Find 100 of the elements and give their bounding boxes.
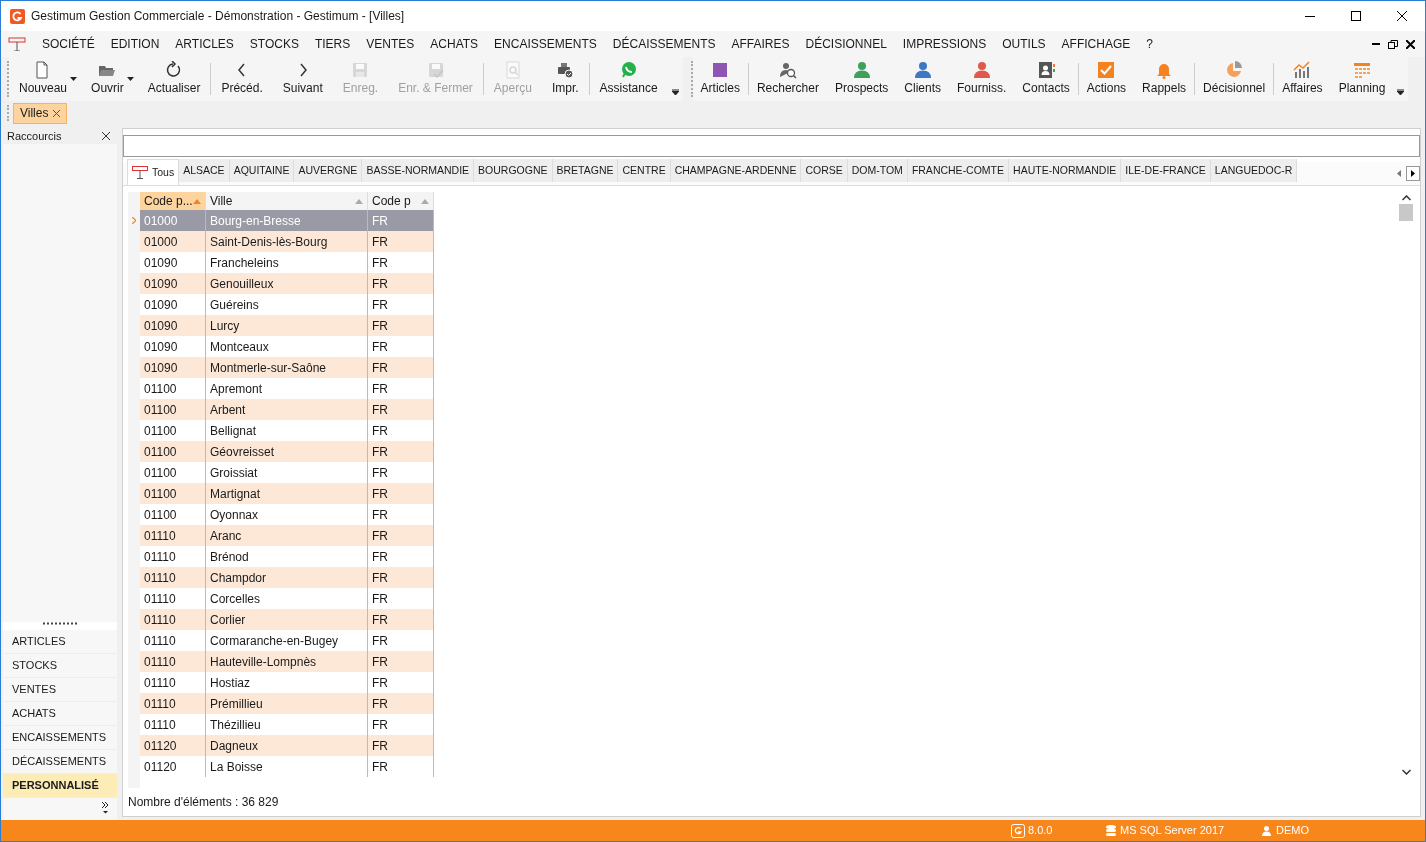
menu-item[interactable]: IMPRESSIONS <box>894 34 995 54</box>
bar-chart-icon <box>1293 61 1312 79</box>
caret-down-icon <box>1397 89 1405 95</box>
grip-icon[interactable] <box>43 622 77 625</box>
database-text: MS SQL Server 2017 <box>1120 823 1225 839</box>
new-button[interactable]: Nouveau <box>9 57 71 101</box>
sidebar-item[interactable]: PERSONNALISÉ <box>3 774 117 798</box>
actions-button[interactable]: Actions <box>1078 57 1135 101</box>
magnifier-page-icon <box>503 61 522 79</box>
table-row[interactable]: 01100 Arbent FR <box>140 399 434 420</box>
region-tab[interactable]: BOURGOGNE <box>474 159 553 182</box>
planning-button[interactable]: Planning <box>1330 57 1394 101</box>
signpost-icon <box>132 166 148 179</box>
prospects-button[interactable]: Prospects <box>826 57 897 101</box>
previous-button[interactable]: Précéd. <box>211 57 273 101</box>
table-row[interactable]: 01100 Géovreisset FR <box>140 441 434 462</box>
search-field[interactable] <box>123 135 1420 157</box>
menu-item[interactable]: ARTICLES <box>167 34 242 54</box>
table-row[interactable]: 01110 Hauteville-Lompnès FR <box>140 651 434 672</box>
region-tab[interactable]: AQUITAINE <box>229 159 295 182</box>
region-tab[interactable]: AUVERGNE <box>294 159 363 182</box>
projects-button[interactable]: Affaires <box>1274 57 1331 101</box>
table-row[interactable]: 01120 Dagneux FR <box>140 735 434 756</box>
region-tab[interactable]: BRETAGNE <box>552 159 619 182</box>
caret-down-icon <box>70 77 78 81</box>
articles-button[interactable]: Articles <box>692 57 748 101</box>
menu-item[interactable]: OUTILS <box>994 34 1054 54</box>
reminders-button[interactable]: Rappels <box>1134 57 1195 101</box>
table-row[interactable]: 01110 Champdor FR <box>140 567 434 588</box>
table-row[interactable]: 01110 Corlier FR <box>140 609 434 630</box>
next-button[interactable]: Suivant <box>272 57 333 101</box>
table-row[interactable]: 01000 Saint-Denis-lès-Bourg FR <box>140 231 434 252</box>
square-icon <box>711 61 730 79</box>
chevron-double-right-icon[interactable] <box>102 800 109 814</box>
region-tab[interactable]: CENTRE <box>618 159 671 182</box>
print-button[interactable]: Impr. <box>541 57 589 101</box>
search-button[interactable]: Rechercher <box>748 57 827 101</box>
column-header[interactable]: Code p... <box>140 192 206 210</box>
region-tab[interactable]: HAUTE-NORMANDIE <box>1009 159 1122 182</box>
region-tab[interactable]: FRANCHE-COMTE <box>907 159 1010 182</box>
panel-title: Raccourcis <box>7 128 62 144</box>
chevron-right-icon <box>298 63 307 77</box>
scroll-right-button[interactable] <box>1406 166 1420 181</box>
menu-item[interactable]: DÉCISIONNEL <box>797 34 895 54</box>
table-row[interactable]: 01090 Montmerle-sur-Saône FR <box>140 357 434 378</box>
app-logo-icon <box>1011 823 1025 838</box>
region-tab[interactable]: BASSE-NORMANDIE <box>362 159 475 182</box>
maximize-icon <box>1351 11 1361 21</box>
database-icon <box>1106 825 1116 836</box>
contact-card-icon <box>1037 61 1056 79</box>
region-tab[interactable]: LANGUEDOC-R <box>1210 159 1298 182</box>
caret-right-icon <box>1411 170 1415 177</box>
region-tab[interactable]: CHAMPAGNE-ARDENNE <box>670 159 802 182</box>
refresh-button[interactable]: Actualiser <box>137 57 211 101</box>
table-cell: La Boisse <box>206 756 368 777</box>
close-icon[interactable] <box>102 132 110 140</box>
person-icon <box>852 61 871 79</box>
table-row[interactable]: 01090 Lurcy FR <box>140 315 434 336</box>
table-row[interactable]: 01110 Prémillieu FR <box>140 693 434 714</box>
document-tab[interactable]: Villes <box>13 102 68 124</box>
menu-item[interactable]: DÉCAISSEMENTS <box>604 34 724 54</box>
chevron-down-icon[interactable] <box>1401 769 1411 775</box>
table-row[interactable]: 01090 Genouilleux FR <box>140 273 434 294</box>
menu-item[interactable]: ? <box>1138 34 1161 54</box>
open-button[interactable]: Ouvrir <box>81 57 127 101</box>
clients-button[interactable]: Clients <box>896 57 949 101</box>
region-tab[interactable]: ALSACE <box>179 159 230 182</box>
menu-item[interactable]: AFFAIRES <box>723 34 798 54</box>
contacts-button[interactable]: Contacts <box>1014 57 1078 101</box>
region-tab[interactable]: Tous <box>127 159 180 185</box>
app-logo-icon <box>10 8 25 24</box>
menu-item[interactable]: EDITION <box>102 34 168 54</box>
table-row[interactable]: 01110 Aranc FR <box>140 525 434 546</box>
chevron-left-icon <box>238 63 247 77</box>
scrollbar-thumb[interactable] <box>1399 204 1413 221</box>
sort-ascending-icon <box>193 198 201 204</box>
region-tab[interactable]: DOM-TOM <box>847 159 908 182</box>
analytics-button[interactable]: Décisionnel <box>1195 57 1274 101</box>
user-icon <box>1262 825 1271 836</box>
menu-item[interactable]: AFFICHAGE <box>1053 34 1139 54</box>
assistance-button[interactable]: Assistance <box>589 57 668 101</box>
table-cell: 01120 <box>140 756 206 777</box>
row-pointer-icon <box>132 217 136 224</box>
menu-item[interactable]: SOCIÉTÉ <box>34 34 103 54</box>
menu-item[interactable]: TIERS <box>306 34 359 54</box>
region-tab[interactable]: ILE-DE-FRANCE <box>1121 159 1211 182</box>
person-search-icon <box>778 61 797 79</box>
checkbox-icon <box>1097 61 1116 79</box>
menu-item[interactable]: VENTES <box>358 34 423 54</box>
restore-icon[interactable] <box>1388 39 1398 49</box>
chevron-up-icon[interactable] <box>1401 195 1411 201</box>
menu-item[interactable]: STOCKS <box>241 34 307 54</box>
close-icon[interactable] <box>1406 39 1415 49</box>
suppliers-button[interactable]: Fourniss. <box>949 57 1015 101</box>
menu-item[interactable]: ACHATS <box>422 34 487 54</box>
person-icon <box>972 61 991 79</box>
table-row[interactable]: 01100 Martignat FR <box>140 483 434 504</box>
menu-item[interactable]: ENCAISSEMENTS <box>486 34 605 54</box>
window-title: Gestimum Gestion Commerciale - Démonstration - Gestimum - [Villes] <box>31 8 405 25</box>
region-tab[interactable]: CORSE <box>801 159 848 182</box>
